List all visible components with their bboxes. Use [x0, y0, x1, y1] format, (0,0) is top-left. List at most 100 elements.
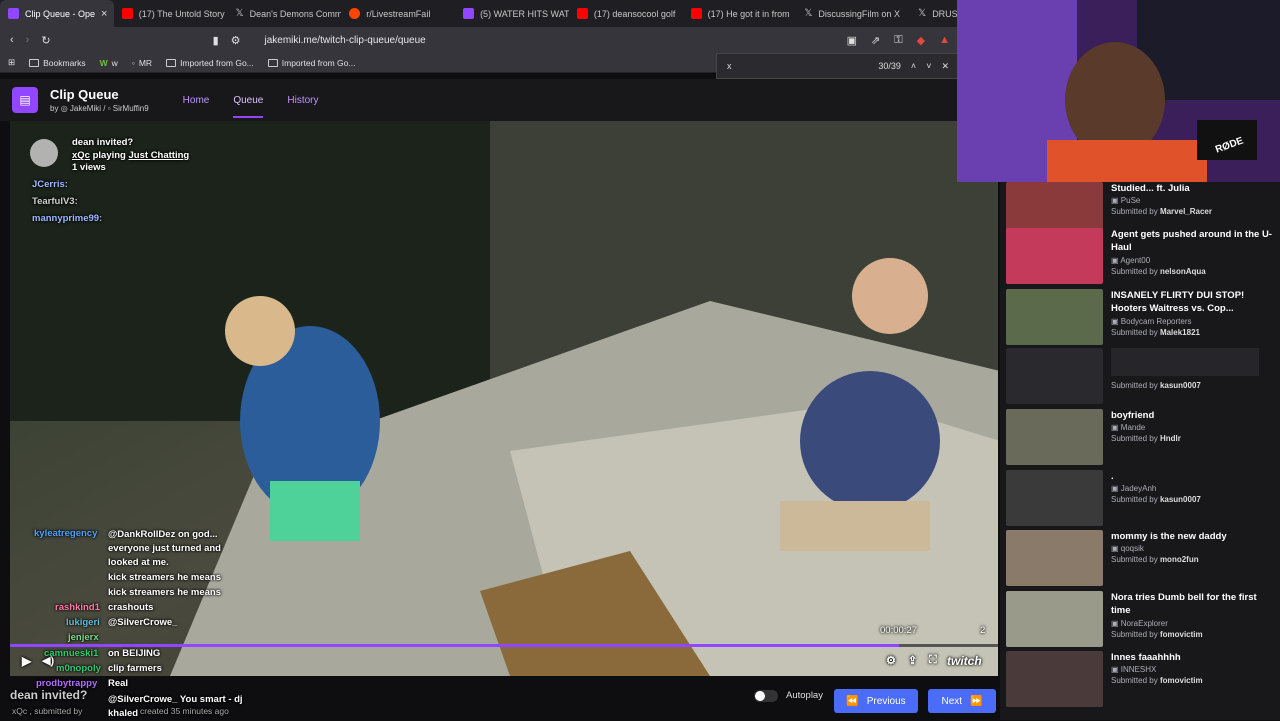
queue-item-title: boyfriend — [1111, 410, 1155, 421]
twitch-favicon-icon — [463, 8, 475, 19]
chat-message: @DankRollDez on god... everyone just tur… — [108, 529, 221, 568]
submitter-name: nelsonAqua — [1159, 266, 1206, 276]
settings-gear-icon[interactable]: ⚙ — [886, 654, 896, 667]
bookmark-folder-imported-1[interactable]: Imported from Go... — [166, 58, 254, 68]
key-icon[interactable]: ⚿ — [894, 34, 902, 47]
raid-views: 1 views — [72, 162, 106, 173]
nav-home[interactable]: Home — [183, 95, 210, 118]
submitter-name: Marvel_Racer — [1159, 207, 1212, 217]
queue-item[interactable]: . ▣ JadeyAnh Submitted by kasun0007 — [1006, 470, 1276, 528]
queue-item-author: qoqsik — [1120, 544, 1144, 554]
submitter-name: mono2fun — [1159, 555, 1199, 565]
queue-item-meta: Innes faaahhhh ▣ INNESHX Submitted by fomo… — [1111, 651, 1203, 709]
bookmark-item-bookmarks[interactable]: Bookmarks — [29, 58, 86, 68]
video-progress-fill — [10, 644, 900, 647]
x-favicon-icon: 𝕏 — [918, 8, 927, 19]
twitch-favicon-icon — [8, 8, 19, 19]
queue-item-submitted: Submitted by Malek1821 — [1111, 327, 1276, 338]
clip-queue-logo-icon[interactable]: ▤ — [12, 87, 38, 113]
author-link-2[interactable]: SirMuffin9 — [113, 104, 149, 113]
share-icon[interactable]: ⇪ — [908, 654, 917, 667]
tab-twitch-2[interactable]: (5) WATER HITS WATER — [455, 0, 569, 27]
submitted-label: Submitted by — [1111, 629, 1158, 639]
tab-x-2[interactable]: 𝕏 DiscussingFilm on X — [796, 0, 910, 27]
video-progress-bar[interactable] — [10, 644, 998, 647]
reload-icon[interactable]: ↻ — [41, 34, 50, 47]
queue-thumbnail — [1006, 651, 1103, 707]
tab-youtube-3[interactable]: (17) He got it in from — [683, 0, 797, 27]
tab-youtube-2[interactable]: (17) deansocool golf — [569, 0, 683, 27]
site-info-icon[interactable]: ⚙ — [231, 34, 241, 47]
queue-item-title-placeholder — [1111, 348, 1259, 376]
tab-reddit[interactable]: r/LivestreamFail — [341, 0, 455, 27]
queue-item[interactable]: boyfriend ▣ Mande Submitted by Hndlr — [1006, 409, 1276, 467]
share-icon[interactable]: ⇗ — [871, 34, 880, 47]
toolbar-icons: ▣ ⇗ ⚿ ◆ ▲ — [847, 34, 950, 47]
queue-thumbnail — [1006, 289, 1103, 345]
twitch-brand[interactable]: twitch — [947, 654, 982, 668]
find-close-icon[interactable]: ✕ — [941, 61, 949, 72]
youtube-favicon-icon — [121, 8, 133, 19]
find-prev-icon[interactable]: ˄ — [911, 61, 916, 71]
chat-user: rashkind1 — [55, 602, 100, 613]
chat-message: @SilverCrowe_ — [108, 617, 178, 628]
queue-item-title: INSANELY FLIRTY DUI STOP! Hooters Waitre… — [1111, 290, 1245, 315]
find-in-page-bar: x 30/39 ˄ ˅ ✕ — [716, 53, 960, 79]
play-icon[interactable]: ▶ — [22, 654, 31, 668]
submitted-label: Submitted by — [1111, 555, 1158, 565]
queue-item[interactable]: Submitted by kasun0007 — [1006, 348, 1276, 406]
find-input[interactable]: x — [727, 61, 732, 71]
tab-x-3[interactable]: 𝕏 DRUS — [910, 0, 960, 27]
queue-item-channel: ▣ JadeyAnh — [1111, 483, 1201, 494]
queue-item[interactable]: mommy is the new daddy ▣ qoqsik Submitted … — [1006, 530, 1276, 588]
back-arrow-icon[interactable]: ‹ — [10, 34, 14, 46]
chat-user: m0nopoly — [56, 663, 101, 674]
queue-item[interactable]: Innes faaahhhh ▣ INNESHX Submitted by fomo… — [1006, 651, 1276, 709]
tab-x-1[interactable]: 𝕏 Dean's Demons Comm — [228, 0, 342, 27]
brave-shield-icon[interactable]: ◆ — [917, 34, 925, 47]
bookmark-item-mr[interactable]: ◦ MR — [132, 58, 152, 68]
submitted-label: Submitted by — [1111, 381, 1158, 390]
url-input[interactable]: jakemiki.me/twitch-clip-queue/queue — [265, 35, 426, 46]
queue-sidebar: Studied... ft. Julia ▣ PuSe Submitted by M… — [1000, 182, 1280, 720]
next-button[interactable]: Next ⏩ — [928, 689, 996, 713]
chat-user: kyleatregency — [34, 528, 98, 539]
autoplay-toggle[interactable] — [754, 690, 778, 702]
apps-grid-icon[interactable]: ⊞ — [8, 57, 15, 68]
channel-icon: ▣ — [1111, 665, 1121, 675]
queue-item-channel: ▣ NoraExplorer — [1111, 618, 1276, 629]
nav-history[interactable]: History — [287, 95, 318, 118]
find-next-icon[interactable]: ˅ — [926, 61, 931, 71]
queue-item-meta: INSANELY FLIRTY DUI STOP! Hooters Waitre… — [1111, 289, 1276, 347]
forward-arrow-icon[interactable]: › — [26, 34, 30, 46]
tab-youtube-1[interactable]: (17) The Untold Story — [114, 0, 228, 27]
queue-item[interactable]: Agent gets pushed around in the U-Haul ▣ … — [1006, 228, 1276, 286]
previous-button[interactable]: ⏪ Previous — [834, 689, 918, 713]
fast-forward-icon: ⏩ — [970, 695, 983, 707]
video-player[interactable]: dean invited? xQc playing Just Chatting … — [10, 121, 998, 676]
youtube-favicon-icon — [576, 8, 588, 19]
nav-queue[interactable]: Queue — [233, 95, 264, 118]
submitted-label: Submitted by — [1111, 266, 1158, 276]
submitter-name: fomovictim — [1159, 629, 1203, 639]
queue-item[interactable]: INSANELY FLIRTY DUI STOP! Hooters Waitre… — [1006, 289, 1276, 347]
chat-user: jenjerx — [68, 632, 99, 643]
chat-top-line: TearfulV3: — [32, 196, 78, 207]
screen-icon[interactable]: ▣ — [847, 34, 857, 47]
close-tab-icon[interactable]: × — [101, 8, 107, 20]
chat-top-line: JCerris: — [32, 179, 68, 190]
queue-item-submitted: Submitted by kasun0007 — [1111, 380, 1259, 391]
rewards-triangle-icon[interactable]: ▲ — [939, 34, 950, 47]
bookmark-item-w[interactable]: Ww — [100, 58, 118, 68]
author-link-1[interactable]: JakeMiki — [70, 104, 101, 113]
chat-message: clip farmers — [108, 663, 162, 674]
bookmark-icon[interactable]: ▮ — [213, 34, 219, 47]
queue-item[interactable]: Nora tries Dumb bell for the first time ▣… — [1006, 591, 1276, 649]
raid-line: xQc playing Just Chatting — [72, 150, 190, 161]
clip-submitter-info: xQc , submitted by — [12, 706, 83, 716]
bookmark-folder-imported-2[interactable]: Imported from Go... — [267, 58, 355, 68]
queue-thumbnail — [1006, 228, 1103, 284]
fullscreen-icon[interactable]: ⛶ — [929, 654, 937, 667]
mr-icon: ◦ — [131, 57, 135, 68]
tab-clip-queue[interactable]: Clip Queue - Ope × — [0, 0, 114, 27]
